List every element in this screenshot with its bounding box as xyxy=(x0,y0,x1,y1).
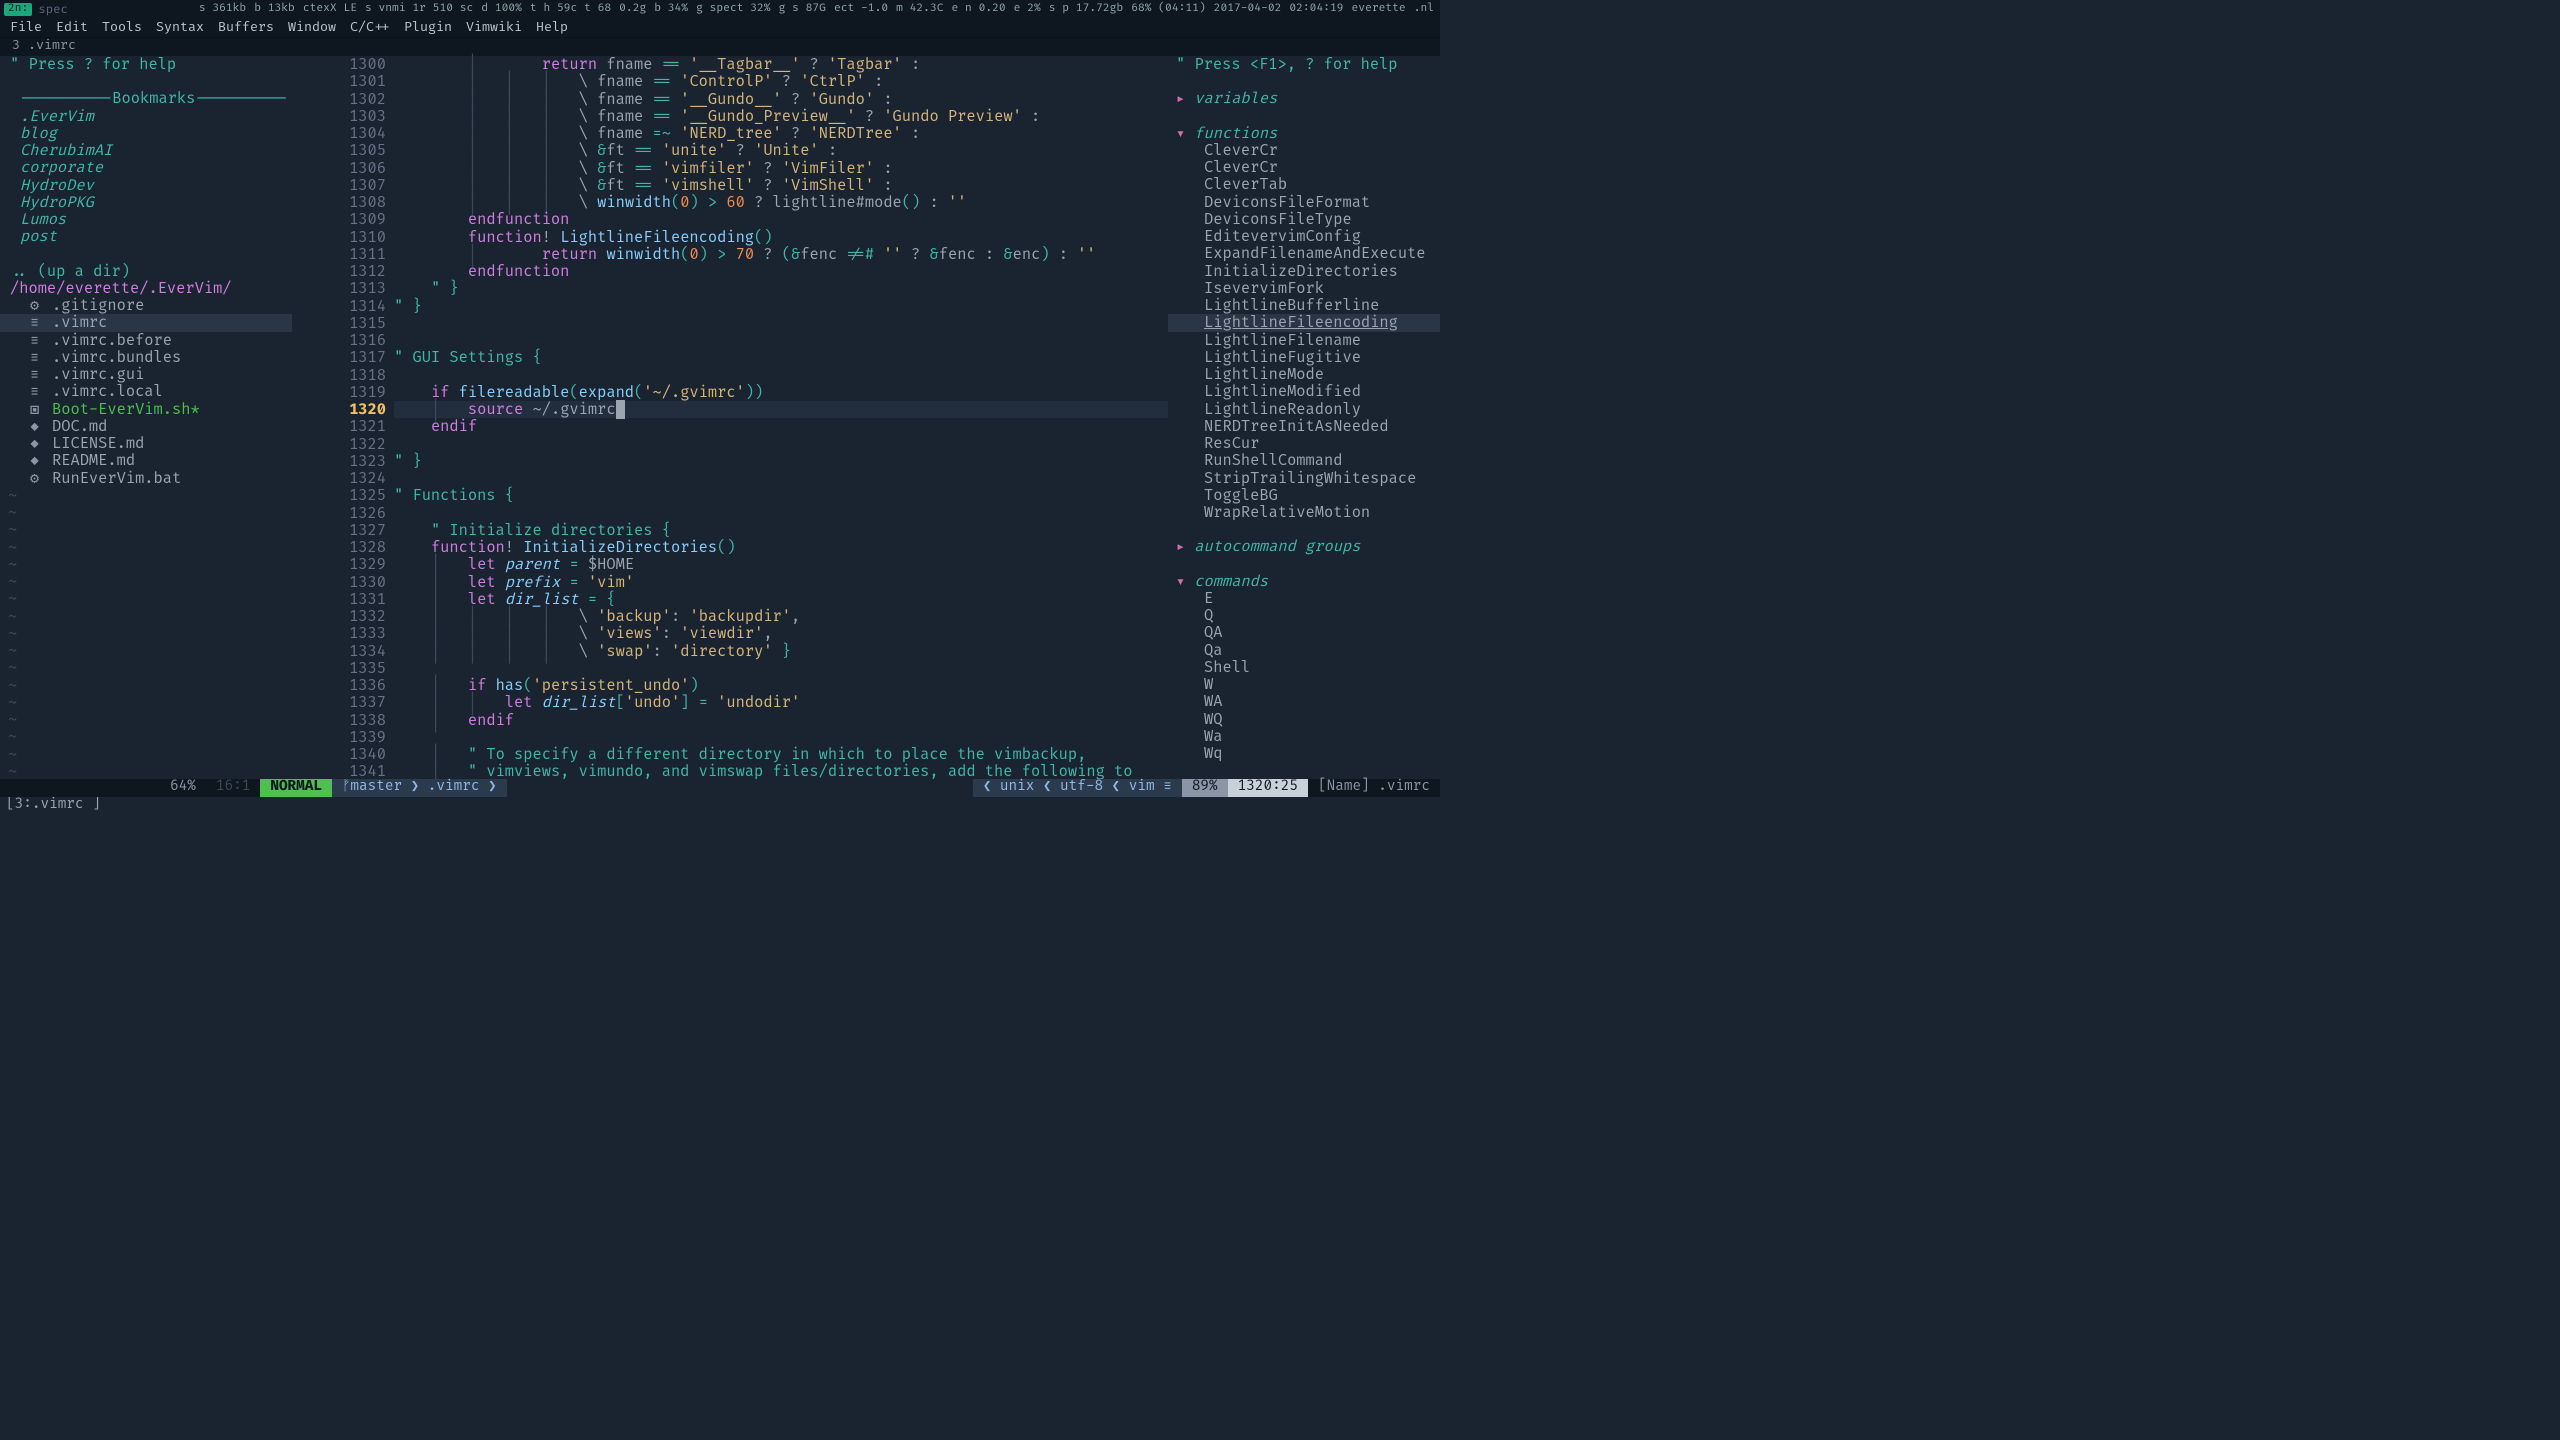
statusline: 64% 16:1 NORMAL ᚠmaster ❯ .vimrc ❯ ❮ uni… xyxy=(0,779,1440,797)
outline-item[interactable]: LightlineReadonly xyxy=(1168,401,1440,418)
cmdline[interactable]: [3:.vimrc ] xyxy=(0,797,1440,815)
bookmark[interactable]: blog xyxy=(0,125,292,142)
outline-item[interactable]: CleverTab xyxy=(1168,176,1440,193)
outline-item[interactable]: Shell xyxy=(1168,659,1440,676)
outline-help: " Press <F1>, ? for help xyxy=(1168,56,1440,73)
file-item[interactable]: ≡.vimrc xyxy=(0,314,292,331)
outline-item[interactable]: Wa xyxy=(1168,728,1440,745)
outline-group[interactable]: commands xyxy=(1168,573,1440,590)
outline-group[interactable]: autocommand groups xyxy=(1168,538,1440,555)
outline-item[interactable]: E xyxy=(1168,590,1440,607)
bookmark[interactable]: post xyxy=(0,228,292,245)
outline-item[interactable]: StripTrailingWhitespace xyxy=(1168,470,1440,487)
sl-branch: ᚠmaster ❯ .vimrc ❯ xyxy=(332,779,507,797)
menubar[interactable]: File Edit Tools Syntax Buffers Window C/C++ Plu… xyxy=(0,19,1440,38)
sl-tagbar-name: [Name] .vimrc xyxy=(1308,779,1440,797)
menu-plugin[interactable]: Plugin xyxy=(404,20,452,36)
file-item[interactable]: ▣Boot-EverVim.sh* xyxy=(0,401,292,418)
editor[interactable]: 1300130113021303130413051306130713081309… xyxy=(292,56,1168,779)
menu-window[interactable]: Window xyxy=(288,20,336,36)
menu-vimwiki[interactable]: Vimwiki xyxy=(466,20,522,36)
outline-item[interactable]: ToggleBG xyxy=(1168,487,1440,504)
outline-item[interactable]: Qa xyxy=(1168,642,1440,659)
sl-sidebar-percent: 64% xyxy=(160,779,206,797)
bookmark[interactable]: corporate xyxy=(0,159,292,176)
outline-item[interactable]: Q xyxy=(1168,607,1440,624)
menu-edit[interactable]: Edit xyxy=(56,20,88,36)
outline-item[interactable]: ResCur xyxy=(1168,435,1440,452)
outline-item[interactable]: WA xyxy=(1168,693,1440,710)
outline-item[interactable]: CleverCr xyxy=(1168,159,1440,176)
sidebar-help: " Press ? for help xyxy=(0,56,292,73)
file-item[interactable]: ⚙RunEverVim.bat xyxy=(0,470,292,487)
bookmark[interactable]: CherubimAI xyxy=(0,142,292,159)
workspace-badge: 2n: xyxy=(4,3,32,16)
tagbar-outline[interactable]: " Press <F1>, ? for help variables functi… xyxy=(1168,56,1440,779)
bookmark[interactable]: HydroPKG xyxy=(0,194,292,211)
menu-buffers[interactable]: Buffers xyxy=(218,20,274,36)
outline-item[interactable]: LightlineModified xyxy=(1168,383,1440,400)
outline-item[interactable]: DeviconsFileFormat xyxy=(1168,194,1440,211)
outline-group[interactable]: functions xyxy=(1168,125,1440,142)
outline-item[interactable]: IsevervimFork xyxy=(1168,280,1440,297)
file-item[interactable]: ◆LICENSE.md xyxy=(0,435,292,452)
outline-item[interactable]: NERDTreeInitAsNeeded xyxy=(1168,418,1440,435)
menu-tools[interactable]: Tools xyxy=(102,20,142,36)
file-item[interactable]: ◆DOC.md xyxy=(0,418,292,435)
outline-item[interactable]: LightlineFileencoding xyxy=(1168,314,1440,331)
titlebar-status: s 361kbb 13kbctexX LEs vnmi 1r 510 scd 1… xyxy=(199,3,1440,16)
outline-item[interactable]: LightlineMode xyxy=(1168,366,1440,383)
menu-syntax[interactable]: Syntax xyxy=(156,20,204,36)
tabbar[interactable]: 3 .vimrc xyxy=(0,38,1440,56)
menu-file[interactable]: File xyxy=(10,20,42,36)
file-item[interactable]: ≡.vimrc.bundles xyxy=(0,349,292,366)
tab[interactable]: 3 .vimrc xyxy=(4,38,84,56)
bookmark[interactable]: .EverVim xyxy=(0,108,292,125)
outline-group[interactable]: variables xyxy=(1168,90,1440,107)
up-dir[interactable]: .. (up a dir) xyxy=(0,263,292,280)
file-item[interactable]: ≡.vimrc.local xyxy=(0,383,292,400)
file-item[interactable]: ≡.vimrc.gui xyxy=(0,366,292,383)
outline-item[interactable]: LightlineFugitive xyxy=(1168,349,1440,366)
file-item[interactable]: ◆README.md xyxy=(0,452,292,469)
sl-percent: 89% xyxy=(1182,779,1228,797)
menu-c/c++[interactable]: C/C++ xyxy=(350,20,390,36)
outline-item[interactable]: LightlineBufferline xyxy=(1168,297,1440,314)
outline-item[interactable]: Wq xyxy=(1168,745,1440,762)
nerdtree-sidebar[interactable]: " Press ? for help ----------Bookmarks--… xyxy=(0,56,292,779)
cwd[interactable]: /home/everette/.EverVim/ xyxy=(0,280,292,297)
menu-help[interactable]: Help xyxy=(536,20,568,36)
outline-item[interactable]: CleverCr xyxy=(1168,142,1440,159)
window-title: spec xyxy=(38,3,68,17)
outline-item[interactable]: WrapRelativeMotion xyxy=(1168,504,1440,521)
titlebar: 2n: spec s 361kbb 13kbctexX LEs vnmi 1r … xyxy=(0,0,1440,19)
sl-encoding: ❮ unix ❮ utf-8 ❮ vim ≡ xyxy=(973,779,1182,797)
outline-item[interactable]: EditevervimConfig xyxy=(1168,228,1440,245)
bookmark[interactable]: HydroDev xyxy=(0,177,292,194)
outline-item[interactable]: DeviconsFileType xyxy=(1168,211,1440,228)
outline-item[interactable]: WQ xyxy=(1168,711,1440,728)
file-item[interactable]: ⚙.gitignore xyxy=(0,297,292,314)
bookmarks-header: ----------Bookmarks---------- xyxy=(0,90,292,107)
outline-item[interactable]: RunShellCommand xyxy=(1168,452,1440,469)
code[interactable]: │ return fname == '__Tagbar__' ? 'Tagbar… xyxy=(394,56,1168,779)
bookmark[interactable]: Lumos xyxy=(0,211,292,228)
gutter: 1300130113021303130413051306130713081309… xyxy=(292,56,394,779)
outline-item[interactable]: QA xyxy=(1168,624,1440,641)
sl-sidebar-pos: 16:1 xyxy=(206,779,260,797)
outline-item[interactable]: LightlineFilename xyxy=(1168,332,1440,349)
outline-item[interactable]: ExpandFilenameAndExecute xyxy=(1168,245,1440,262)
sl-mode: NORMAL xyxy=(260,779,332,797)
outline-item[interactable]: W xyxy=(1168,676,1440,693)
outline-item[interactable]: InitializeDirectories xyxy=(1168,263,1440,280)
file-item[interactable]: ≡.vimrc.before xyxy=(0,332,292,349)
sl-position: 1320:25 xyxy=(1228,779,1308,797)
